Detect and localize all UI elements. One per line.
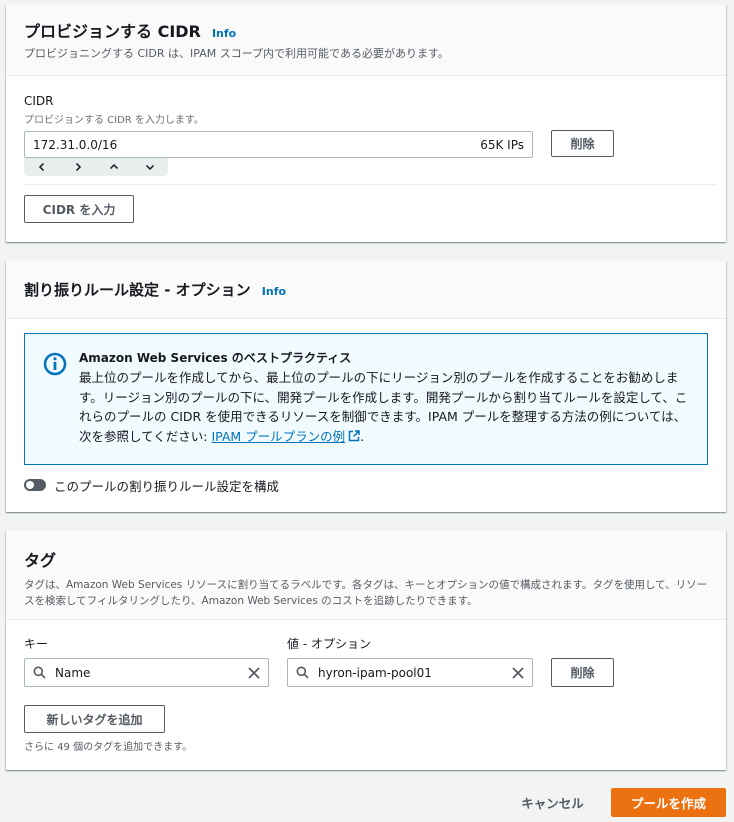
allocation-rules-title: 割り振りルール設定 - オプション	[24, 281, 251, 299]
toggle-knob	[26, 481, 34, 489]
cidr-stepper	[24, 158, 168, 176]
provision-cidr-title: プロビジョンする CIDR	[24, 22, 201, 41]
allocation-rules-header: 割り振りルール設定 - オプション Info	[6, 261, 726, 319]
tag-value-label: 値 - オプション	[287, 637, 371, 651]
cidr-ip-count: 65K IPs	[480, 137, 524, 152]
tags-panel: タグ タグは、Amazon Web Services リソースに割り当てるラベル…	[6, 531, 726, 770]
tag-value-input[interactable]: hyron-ipam-pool01	[287, 658, 533, 687]
info-circle-icon	[43, 352, 67, 376]
tag-key-input[interactable]: Name	[24, 658, 269, 687]
clear-value-icon[interactable]	[512, 666, 524, 679]
ipam-pool-plan-link[interactable]: IPAM プールプランの例	[211, 429, 345, 444]
tag-value-value: hyron-ipam-pool01	[318, 665, 432, 680]
tag-key-label: キー	[24, 637, 49, 651]
chevron-left-icon[interactable]	[37, 162, 47, 172]
divider	[24, 184, 716, 185]
chevron-down-icon[interactable]	[145, 162, 155, 172]
alert-body-text: 最上位のプールを作成してから、最上位のプールの下にリージョン別のプールを作成する…	[79, 370, 688, 445]
create-pool-button[interactable]: プールを作成	[611, 788, 726, 817]
tags-header: タグ タグは、Amazon Web Services リソースに割り当てるラベル…	[6, 531, 726, 620]
cidr-input[interactable]: 172.31.0.0/16 65K IPs	[24, 131, 533, 158]
alert-body: 最上位のプールを作成してから、最上位のプールの下にリージョン別のプールを作成する…	[79, 370, 688, 445]
allocation-toggle-label: このプールの割り振りルール設定を構成	[54, 479, 280, 494]
clear-key-icon[interactable]	[248, 666, 260, 679]
enter-cidr-button[interactable]: CIDR を入力	[24, 195, 134, 223]
tags-remaining: さらに 49 個のタグを追加できます。	[24, 742, 193, 753]
alert-title: Amazon Web Services のベストプラクティス	[79, 351, 352, 365]
allocation-rules-info-link[interactable]: Info	[262, 285, 286, 298]
tags-description: タグは、Amazon Web Services リソースに割り当てるラベルです。…	[24, 579, 708, 607]
cidr-sublabel: プロビジョンする CIDR を入力します。	[24, 115, 204, 126]
search-icon	[33, 666, 46, 679]
search-icon	[296, 666, 309, 679]
allocation-rules-panel: 割り振りルール設定 - オプション Info Amazon Web Servic…	[6, 261, 726, 512]
tags-title: タグ	[24, 551, 57, 570]
add-tag-button[interactable]: 新しいタグを追加	[24, 705, 165, 733]
provision-cidr-info-link[interactable]: Info	[212, 27, 236, 40]
best-practice-alert: Amazon Web Services のベストプラクティス 最上位のプールを作…	[24, 333, 708, 465]
allocation-toggle[interactable]	[24, 479, 46, 491]
provision-cidr-header: プロビジョンする CIDR Info プロビジョニングする CIDR は、IPA…	[6, 4, 726, 76]
remove-tag-button[interactable]: 削除	[551, 658, 614, 687]
provision-cidr-panel: プロビジョンする CIDR Info プロビジョニングする CIDR は、IPA…	[6, 4, 726, 242]
cidr-input-value: 172.31.0.0/16	[33, 137, 118, 152]
cidr-label: CIDR	[24, 94, 54, 108]
cancel-button[interactable]: キャンセル	[505, 788, 600, 816]
external-link-icon[interactable]	[348, 430, 360, 442]
chevron-right-icon[interactable]	[73, 162, 83, 172]
provision-cidr-description: プロビジョニングする CIDR は、IPAM スコープ内で利用可能である必要があ…	[24, 47, 449, 60]
chevron-up-icon[interactable]	[109, 162, 119, 172]
remove-cidr-button[interactable]: 削除	[551, 130, 614, 157]
tag-key-value: Name	[55, 665, 91, 680]
